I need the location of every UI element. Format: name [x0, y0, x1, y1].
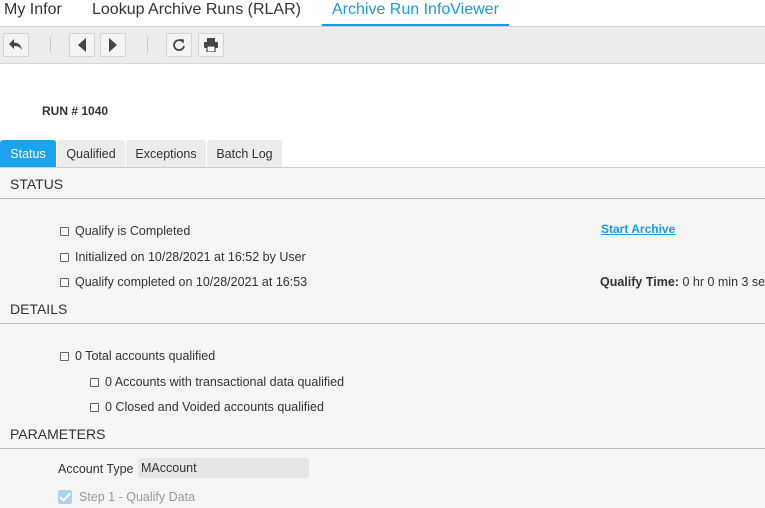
status-item-text: Qualify is Completed [75, 224, 191, 238]
refresh-icon [173, 39, 185, 51]
previous-button[interactable] [69, 33, 95, 57]
print-button[interactable] [198, 33, 224, 57]
toolbar-separator [50, 37, 51, 53]
step1-label: Step 1 - Qualify Data [79, 490, 196, 504]
parameters-section-header: PARAMETERS [0, 418, 765, 449]
start-archive-link[interactable]: Start Archive [601, 222, 675, 236]
next-icon [109, 38, 117, 52]
details-item: 0 Total accounts qualified [60, 349, 215, 363]
status-item-text: Initialized on 10/28/2021 at 16:52 by Us… [75, 250, 306, 264]
qualify-time-label: Qualify Time: [600, 275, 679, 289]
back-button[interactable] [3, 33, 29, 57]
toolbar-separator [147, 37, 148, 53]
run-number: RUN # 1040 [42, 104, 109, 118]
back-icon [9, 39, 22, 50]
details-heading: DETAILS [10, 301, 68, 317]
status-item-text: Qualify completed on 10/28/2021 at 16:53 [75, 275, 308, 289]
status-heading: STATUS [10, 176, 64, 192]
parameters-heading: PARAMETERS [10, 426, 106, 442]
account-type-label: Account Type [58, 462, 134, 476]
square-bullet-icon [60, 226, 69, 236]
tab-qualified[interactable]: Qualified [57, 140, 125, 167]
tab-status[interactable]: Status [0, 140, 56, 167]
square-bullet-icon [60, 277, 69, 287]
details-item-text: 0 Total accounts qualified [75, 349, 216, 363]
details-sub-item-text: 0 Closed and Voided accounts qualified [105, 400, 324, 414]
nav-tab-lookup-archive-runs[interactable]: Lookup Archive Runs (RLAR) [92, 0, 301, 26]
nav-tab-my-infor[interactable]: My Infor [4, 0, 62, 26]
details-sub-item: 0 Closed and Voided accounts qualified [90, 400, 324, 414]
qualify-time-value: 0 hr 0 min 3 sec [678, 275, 765, 289]
details-sub-item: 0 Accounts with transactional data quali… [90, 375, 344, 389]
status-section-header: STATUS [0, 168, 765, 199]
square-bullet-icon [60, 252, 69, 262]
account-type-field[interactable] [138, 458, 309, 478]
checkbox-checked-icon [58, 490, 72, 504]
qualify-time: Qualify Time: 0 hr 0 min 3 sec [600, 275, 765, 289]
next-button[interactable] [100, 33, 126, 57]
step1-checkbox[interactable]: Step 1 - Qualify Data [58, 490, 195, 504]
tab-bar: Status Qualified Exceptions Batch Log [0, 140, 765, 168]
toolbar [0, 27, 765, 64]
details-sub-item-text: 0 Accounts with transactional data quali… [105, 375, 345, 389]
print-icon [204, 38, 218, 52]
status-item: Qualify completed on 10/28/2021 at 16:53 [60, 275, 307, 289]
previous-icon [78, 38, 86, 52]
top-nav: My Infor Lookup Archive Runs (RLAR) Arch… [0, 0, 765, 27]
tab-batch-log[interactable]: Batch Log [207, 140, 282, 167]
details-section-header: DETAILS [0, 293, 765, 324]
square-bullet-icon [90, 402, 99, 412]
nav-tab-archive-run-infoviewer[interactable]: Archive Run InfoViewer [322, 0, 509, 26]
tab-exceptions[interactable]: Exceptions [126, 140, 206, 167]
refresh-button[interactable] [166, 33, 192, 57]
status-item: Initialized on 10/28/2021 at 16:52 by Us… [60, 250, 306, 264]
square-bullet-icon [90, 377, 99, 387]
page-header [0, 64, 765, 140]
status-item: Qualify is Completed [60, 224, 190, 238]
square-bullet-icon [60, 351, 69, 361]
